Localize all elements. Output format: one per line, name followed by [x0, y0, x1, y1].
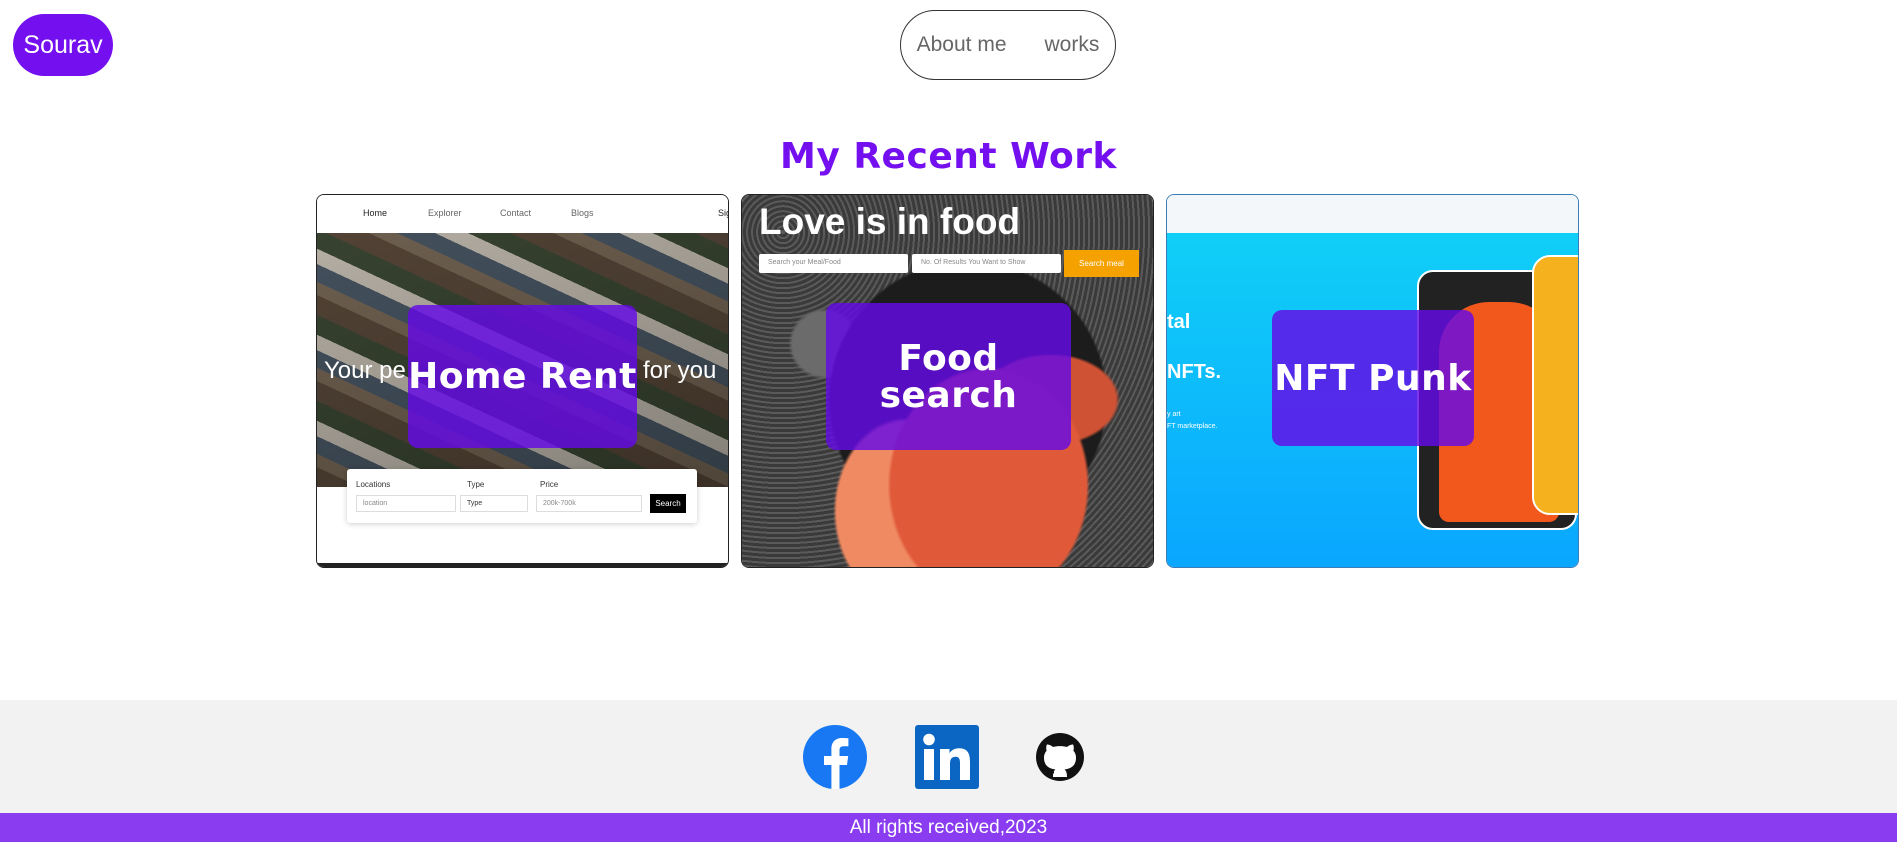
preview-hero-subtext: y art FT marketplace. [1167, 409, 1217, 433]
main-nav: About me works [900, 10, 1116, 80]
preview-nav-item: Blogs [571, 208, 594, 218]
page: Sourav About me works My Recent Work Hom… [0, 0, 1897, 852]
preview-search-box: Locations Type Price location Type 200k-… [347, 469, 697, 523]
project-card-nft-punk[interactable]: tal NFTs. y art FT marketplace. NFT Punk [1166, 194, 1579, 568]
preview-label: Locations [356, 480, 391, 489]
preview-hero-text: NFTs. [1167, 361, 1222, 383]
preview-subtext-line: FT marketplace. [1167, 423, 1218, 430]
logo-text: Sourav [23, 30, 103, 59]
preview-meal-input: Search your Meal/Food [759, 254, 908, 273]
preview-subtext-line: y art [1167, 411, 1181, 418]
facebook-icon[interactable] [803, 725, 867, 789]
nav-about-me[interactable]: About me [917, 33, 1007, 57]
section-title: My Recent Work [780, 136, 1117, 177]
preview-nav-item: Home [363, 208, 388, 218]
card-title-overlay: Food search [826, 303, 1071, 450]
linkedin-icon[interactable] [915, 725, 979, 789]
preview-nav-item: Explorer [428, 208, 462, 218]
preview-headline: Love is in food [759, 201, 1021, 242]
preview-hero-text: Your pe [324, 357, 406, 384]
preview-label: Type [467, 480, 485, 489]
preview-nav-item: Sig [718, 208, 728, 218]
logo-badge[interactable]: Sourav [13, 14, 113, 76]
copyright-bar: All rights received,2023 [0, 813, 1897, 842]
preview-hero-text: for you [643, 357, 717, 384]
preview-location-field: location [356, 495, 456, 512]
github-icon[interactable] [1028, 725, 1092, 789]
preview-label: Price [540, 480, 559, 489]
preview-hero-text: tal [1167, 311, 1191, 333]
preview-bottom-bar [317, 563, 728, 567]
card-title-overlay: NFT Punk [1272, 310, 1474, 446]
preview-type-select: Type [460, 495, 528, 512]
preview-count-input: No. Of Results You Want to Show [912, 254, 1061, 273]
project-card-food-search[interactable]: Love is in food Search your Meal/Food No… [741, 194, 1154, 568]
preview-search-meal-button: Search meal [1064, 250, 1139, 277]
card-title-overlay: Home Rent [408, 305, 637, 448]
preview-navbar [1167, 195, 1578, 233]
preview-price-field: 200k-700k [536, 495, 642, 512]
preview-navbar: Home Explorer Contact Blogs Sig [317, 195, 728, 233]
preview-search-button: Search [650, 494, 686, 513]
preview-nft-artwork [1532, 255, 1578, 515]
preview-nav-item: Contact [500, 208, 532, 218]
project-card-home-rent[interactable]: Home Explorer Contact Blogs Sig Your pe … [316, 194, 729, 568]
nav-works[interactable]: works [1045, 33, 1100, 57]
